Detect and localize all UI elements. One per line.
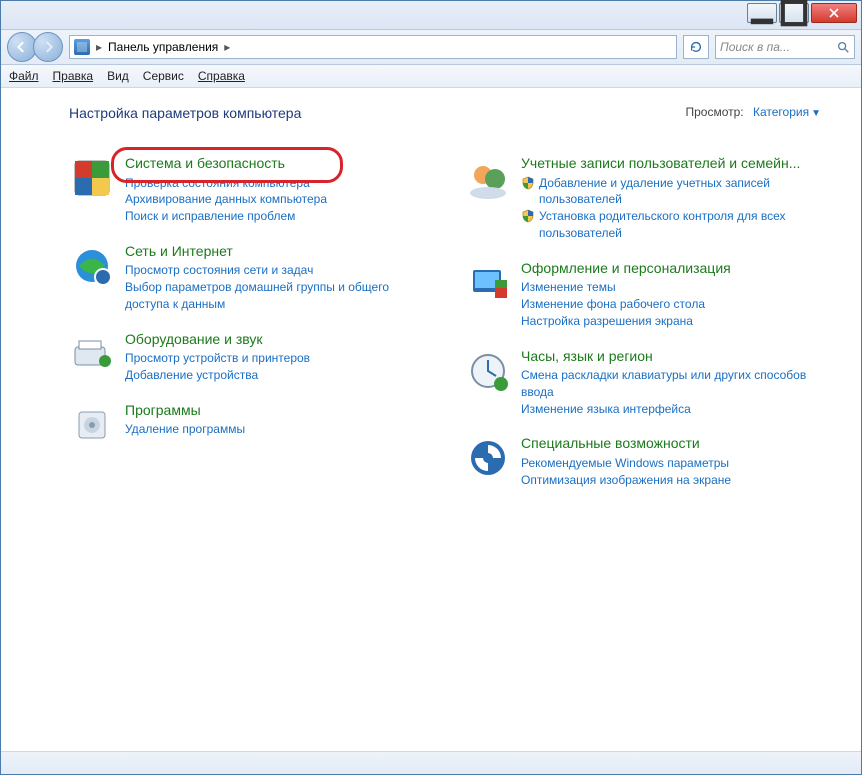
category-title[interactable]: Оборудование и звук <box>125 331 435 349</box>
category-link[interactable]: Удаление программы <box>125 421 435 438</box>
category-icon <box>465 435 511 481</box>
category-body: Оборудование и звукПросмотр устройств и … <box>125 331 435 384</box>
category-title[interactable]: Программы <box>125 402 435 420</box>
search-input[interactable]: Поиск в па... <box>715 35 855 59</box>
control-panel-window: ▸ Панель управления ▸ Поиск в па... Файл… <box>0 0 862 775</box>
category-link[interactable]: Настройка разрешения экрана <box>521 313 831 330</box>
window-controls <box>747 3 857 23</box>
address-bar: ▸ Панель управления ▸ Поиск в па... <box>1 30 861 65</box>
address-box[interactable]: ▸ Панель управления ▸ <box>69 35 677 59</box>
category-icon <box>465 260 511 306</box>
category-title[interactable]: Учетные записи пользователей и семейн... <box>521 155 831 173</box>
view-by-row: Просмотр: Категория▼ <box>686 105 822 119</box>
category-title[interactable]: Система и безопасность <box>125 155 435 173</box>
category-icon <box>465 155 511 201</box>
view-by-dropdown[interactable]: Категория <box>753 105 809 119</box>
category-title[interactable]: Часы, язык и регион <box>521 348 831 366</box>
category-link[interactable]: Добавление устройства <box>125 367 435 384</box>
status-bar <box>1 751 861 774</box>
category-block: Система и безопасность Проверка состояния… <box>69 155 435 225</box>
category-icon <box>69 331 115 377</box>
category-link[interactable]: Оптимизация изображения на экране <box>521 472 831 489</box>
forward-button[interactable] <box>33 32 63 62</box>
minimize-button[interactable] <box>747 3 777 23</box>
breadcrumb-root[interactable]: Панель управления <box>108 40 218 54</box>
menu-view[interactable]: Вид <box>107 69 129 83</box>
category-link[interactable]: Изменение языка интерфейса <box>521 401 831 418</box>
search-icon <box>836 40 850 54</box>
category-link[interactable]: Архивирование данных компьютера <box>125 191 435 208</box>
category-link[interactable]: Добавление и удаление учетных записей по… <box>521 175 831 209</box>
menu-help[interactable]: Справка <box>198 69 245 83</box>
category-block: Оборудование и звукПросмотр устройств и … <box>69 331 435 384</box>
category-body: ПрограммыУдаление программы <box>125 402 435 448</box>
category-link[interactable]: Просмотр состояния сети и задач <box>125 262 435 279</box>
menu-file[interactable]: Файл <box>9 69 39 83</box>
left-column: Система и безопасность Проверка состояния… <box>69 155 435 507</box>
category-title[interactable]: Оформление и персонализация <box>521 260 831 278</box>
category-icon <box>69 155 115 201</box>
category-block: Сеть и ИнтернетПросмотр состояния сети и… <box>69 243 435 313</box>
category-icon <box>69 402 115 448</box>
category-block: Оформление и персонализацияИзменение тем… <box>465 260 831 330</box>
category-link[interactable]: Установка родительского контроля для все… <box>521 208 831 242</box>
category-columns: Система и безопасность Проверка состояния… <box>69 155 831 507</box>
category-icon <box>69 243 115 289</box>
category-block: ПрограммыУдаление программы <box>69 402 435 448</box>
category-body: Специальные возможности Рекомендуемые Win… <box>521 435 831 488</box>
category-link[interactable]: Выбор параметров домашней группы и общег… <box>125 279 435 313</box>
category-body: Сеть и ИнтернетПросмотр состояния сети и… <box>125 243 435 313</box>
view-by-label: Просмотр: <box>686 105 744 119</box>
category-title[interactable]: Специальные возможности <box>521 435 831 453</box>
category-block: Учетные записи пользователей и семейн...… <box>465 155 831 242</box>
category-body: Учетные записи пользователей и семейн...… <box>521 155 831 242</box>
category-body: Система и безопасность Проверка состояния… <box>125 155 435 225</box>
chevron-down-icon: ▼ <box>811 108 821 119</box>
menu-edit[interactable]: Правка <box>53 69 94 83</box>
category-link[interactable]: Рекомендуемые Windows параметры <box>521 455 831 472</box>
nav-buttons <box>7 32 63 62</box>
category-block: Часы, язык и регионСмена раскладки клави… <box>465 348 831 418</box>
category-link[interactable]: Просмотр устройств и принтеров <box>125 350 435 367</box>
category-link[interactable]: Смена раскладки клавиатуры или других сп… <box>521 367 831 401</box>
category-body: Часы, язык и регионСмена раскладки клави… <box>521 348 831 418</box>
close-button[interactable] <box>811 3 857 23</box>
titlebar <box>1 1 861 30</box>
category-link[interactable]: Изменение фона рабочего стола <box>521 296 831 313</box>
category-body: Оформление и персонализацияИзменение тем… <box>521 260 831 330</box>
category-block: Специальные возможности Рекомендуемые Win… <box>465 435 831 488</box>
category-icon <box>465 348 511 394</box>
category-title[interactable]: Сеть и Интернет <box>125 243 435 261</box>
menu-bar: Файл Правка Вид Сервис Справка <box>1 65 861 88</box>
category-link[interactable]: Проверка состояния компьютера <box>125 175 435 192</box>
category-link[interactable]: Поиск и исправление проблем <box>125 208 435 225</box>
control-panel-icon <box>74 39 90 55</box>
breadcrumb-sep: ▸ <box>224 40 230 54</box>
breadcrumb-sep: ▸ <box>96 40 102 54</box>
content-area: Настройка параметров компьютера Просмотр… <box>1 87 861 750</box>
menu-tools[interactable]: Сервис <box>143 69 184 83</box>
right-column: Учетные записи пользователей и семейн...… <box>465 155 831 507</box>
refresh-button[interactable] <box>683 35 709 59</box>
search-placeholder: Поиск в па... <box>720 40 790 54</box>
category-link[interactable]: Изменение темы <box>521 279 831 296</box>
maximize-button[interactable] <box>779 3 809 23</box>
